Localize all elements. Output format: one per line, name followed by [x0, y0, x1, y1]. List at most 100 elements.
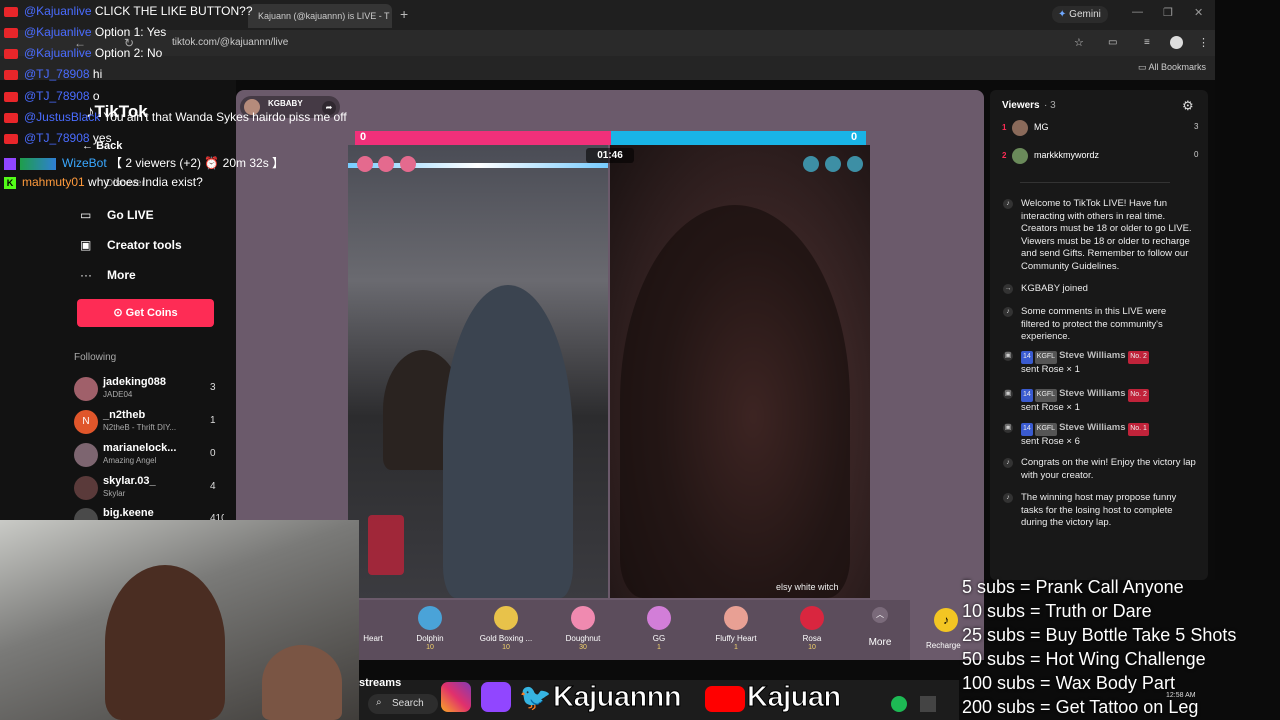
gemini-button[interactable]: ✦ Gemini	[1052, 6, 1108, 23]
supporter-slot[interactable]	[400, 156, 416, 172]
gift-icon: ▣	[1003, 389, 1013, 399]
instagram-icon	[441, 682, 471, 712]
following-item[interactable]: marianelock... Amazing Angel 0	[74, 440, 224, 470]
taskbar-search[interactable]: ⌕ Search	[368, 694, 438, 714]
doughnut-icon	[571, 606, 595, 630]
overlay-chat-line: @TJ_78908 hi	[4, 67, 102, 87]
profile-avatar[interactable]	[1170, 36, 1183, 49]
chat-text: Welcome to TikTok LIVE! Have fun interac…	[1021, 198, 1192, 272]
nav-go-live[interactable]: Go LIVE	[107, 208, 154, 222]
gift-icon: ▣	[1003, 351, 1013, 361]
new-tab-icon[interactable]: +	[400, 6, 408, 22]
viewer-name: MG	[1034, 122, 1049, 132]
battle-bar-right	[611, 131, 866, 145]
close-icon[interactable]: ✕	[1194, 6, 1203, 19]
chat-user: @JustusBlack	[24, 110, 101, 124]
maximize-icon[interactable]: ❐	[1163, 6, 1173, 19]
level-badge: 14	[1021, 351, 1033, 364]
all-bookmarks[interactable]: ▭ All Bookmarks	[1138, 62, 1206, 73]
gift-name: Dolphin	[416, 634, 444, 643]
supporter-slot[interactable]	[803, 156, 819, 172]
coin-icon[interactable]: ♪	[934, 608, 958, 632]
viewer-row[interactable]: 2 markkkmywordz 0	[1000, 146, 1200, 168]
battle-bar-left	[355, 131, 611, 145]
team-badge: KGFL	[1034, 351, 1058, 364]
get-coins-button[interactable]: ⊙ Get Coins	[77, 299, 214, 327]
following-item[interactable]: big.keene 410	[74, 505, 224, 520]
url-field[interactable]: tiktok.com/@kajuannn/live	[160, 34, 1020, 52]
following-item[interactable]: skylar.03_ Skylar 4	[74, 473, 224, 503]
recharge-label[interactable]: Recharge	[926, 641, 961, 650]
stream-screen: Kajuann (@kajuannn) is LIVE - T + ✦ Gemi…	[0, 0, 1280, 720]
gift-fluffy-heart[interactable]: Fluffy Heart 1	[703, 606, 769, 651]
tray-icon[interactable]	[920, 696, 936, 712]
guest-figure	[262, 645, 342, 720]
gift-dolphin[interactable]: Dolphin 10	[397, 606, 463, 651]
chat-message: Option 2: No	[94, 46, 163, 60]
more-gifts-button[interactable]: ︿ More	[864, 607, 896, 648]
fluffy-heart-icon	[724, 606, 748, 630]
following-sub: Amazing Angel	[103, 456, 157, 465]
divider	[1020, 182, 1170, 183]
overlay-chat-line: @Kajuanlive CLICK THE LIKE BUTTON??	[4, 4, 253, 24]
host-figure	[443, 285, 573, 598]
overlay-chat-line: @Kajuanlive Option 1: Yes	[4, 25, 166, 45]
nav-creator-tools[interactable]: Creator tools	[107, 238, 182, 252]
tab-title: Kajuann (@kajuannn) is LIVE - T	[258, 11, 390, 21]
chat-user: @Kajuanlive	[24, 25, 92, 39]
supporter-slot[interactable]	[847, 156, 863, 172]
kebab-menu-icon[interactable]: ⋮	[1198, 36, 1209, 49]
viewer-row[interactable]: 1 MG 3	[1000, 118, 1200, 140]
chat-user[interactable]: Steve Williams	[1059, 422, 1125, 433]
chat-text: The winning host may propose funny tasks…	[1021, 492, 1177, 528]
gift-cost: 1	[734, 644, 738, 651]
chat-user[interactable]: Steve Williams	[1059, 388, 1125, 399]
gift-gg[interactable]: GG 1	[626, 606, 692, 651]
chat-user: mahmuty01	[22, 175, 85, 189]
gift-icon: ▣	[1003, 423, 1013, 433]
chat-gift-body: 14 KGFL Steve Williams No. 2 sent Rose × 1	[1021, 388, 1197, 414]
browser-tab[interactable]: Kajuann (@kajuannn) is LIVE - T	[248, 4, 392, 28]
boxing-glove-icon	[494, 606, 518, 630]
following-count: 1	[210, 415, 216, 426]
gift-name: GG	[652, 634, 666, 643]
chat-user[interactable]: Steve Williams	[1059, 350, 1125, 361]
avatar	[74, 443, 98, 467]
nav-more[interactable]: More	[107, 268, 136, 282]
following-sub: Skylar	[103, 489, 126, 498]
all-bookmarks-label: All Bookmarks	[1148, 62, 1207, 72]
extensions-icon[interactable]: ≡	[1144, 37, 1150, 48]
video-camera-icon: ▭	[80, 208, 92, 222]
following-name: big.keene	[103, 507, 154, 519]
cast-icon[interactable]: ▭	[1108, 37, 1117, 48]
twitter-icon: 🐦	[519, 682, 552, 712]
rose-icon	[800, 606, 824, 630]
gift-doughnut[interactable]: Doughnut 30	[550, 606, 616, 651]
spotify-icon[interactable]	[891, 696, 907, 712]
team-badge: KGFL	[1034, 389, 1058, 402]
bookmark-star-icon[interactable]: ☆	[1074, 36, 1084, 49]
following-heading: Following	[74, 352, 117, 363]
gift-rosa[interactable]: Rosa 10	[779, 606, 845, 651]
supporter-slot[interactable]	[825, 156, 841, 172]
settings-gear-icon[interactable]: ⚙	[1182, 98, 1194, 114]
viewer-rank: 2	[1002, 151, 1007, 160]
gift-name: Rosa	[802, 634, 822, 643]
chat-message: hi	[92, 67, 103, 81]
brand-name-left: Kajuannn	[552, 681, 682, 714]
brand-name-right: Kajuan	[747, 681, 842, 714]
tiktok-icon: ♪	[1003, 199, 1013, 209]
overlay-chat-line: Kmahmuty01 why does India exist?	[4, 175, 203, 195]
following-item[interactable]: N _n2theb N2theB - Thrift DIY... 1	[74, 407, 224, 437]
chat-gift-body: 14 KGFL Steve Williams No. 1 sent Rose × 6	[1021, 422, 1197, 448]
supporter-slot[interactable]	[378, 156, 394, 172]
rank-badge: No. 1	[1128, 423, 1149, 436]
gift-cost: 30	[579, 644, 587, 651]
bot-badges	[20, 157, 56, 170]
gift-gold-boxing[interactable]: Gold Boxing ... 10	[473, 606, 539, 651]
following-item[interactable]: jadeking088 JADE04 3	[74, 374, 224, 404]
minimize-icon[interactable]: —	[1132, 6, 1143, 18]
viewer-count: 0	[1194, 150, 1199, 159]
supporter-slot[interactable]	[357, 156, 373, 172]
overlay-chat-line: @JustusBlack You ain't that Wanda Sykes …	[4, 110, 347, 130]
